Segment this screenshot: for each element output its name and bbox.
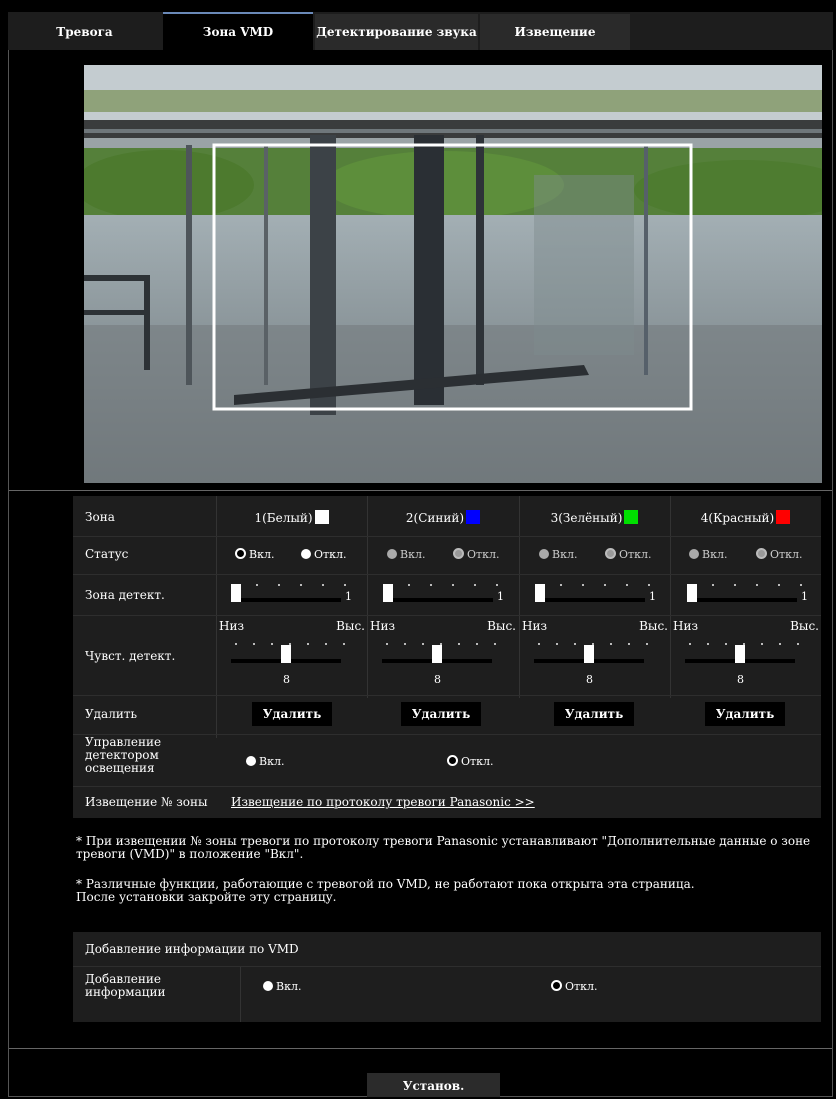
radio-selected-icon[interactable] xyxy=(453,548,464,559)
detect-area-row: Зона детект. 1 1 1 1 xyxy=(73,574,821,616)
zone-2-name: 2(Синий) xyxy=(405,511,465,525)
zone-2-status-off[interactable]: Откл. xyxy=(453,547,499,561)
zone-3-sensitivity-slider[interactable]: Низ Выс. 8 xyxy=(522,619,668,691)
radio-selected-icon[interactable] xyxy=(551,980,562,991)
zone-1-name: 1(Белый) xyxy=(254,511,313,525)
radio-selected-icon[interactable] xyxy=(605,548,616,559)
light-control-off[interactable]: Откл. xyxy=(447,754,493,768)
status-row: Статус Вкл. Откл. Вкл. Откл. Вкл. Откл. … xyxy=(73,536,821,575)
zone-settings-table: Зона 1(Белый) 2(Синий) 3(Зелёный) 4(Крас… xyxy=(73,496,821,818)
radio-selected-icon[interactable] xyxy=(235,548,246,559)
radio-selected-icon[interactable] xyxy=(756,548,767,559)
sensitivity-row: Чувст. детект. Низ Выс. 8 Низ Выс. 8 Низ… xyxy=(73,615,821,696)
set-button[interactable]: Установ. xyxy=(367,1073,500,1097)
zone-3-color-swatch xyxy=(624,510,639,524)
zone-4-header: 4(Красный) xyxy=(670,510,821,525)
zone-3-name: 3(Зелёный) xyxy=(550,511,623,525)
zone-2-delete-button[interactable]: Удалить xyxy=(401,702,481,726)
slider-thumb[interactable] xyxy=(735,645,745,663)
status-label: Статус xyxy=(85,547,129,561)
zone-3-header: 3(Зелёный) xyxy=(519,510,670,525)
vmd-info-header-row: Добавление информации по VMD xyxy=(73,932,821,967)
light-control-on[interactable]: Вкл. xyxy=(246,754,284,768)
zone-1-delete-button[interactable]: Удалить xyxy=(252,702,332,726)
zone-3-delete-button[interactable]: Удалить xyxy=(554,702,634,726)
vmd-info-row: Добавление информации Вкл. Откл. xyxy=(73,967,821,1022)
radio-icon[interactable] xyxy=(263,981,273,991)
slider-thumb[interactable] xyxy=(584,645,594,663)
zone-4-sensitivity-slider[interactable]: Низ Выс. 8 xyxy=(673,619,819,691)
zone-3-status-off[interactable]: Откл. xyxy=(605,547,651,561)
zone-4-color-swatch xyxy=(776,510,791,524)
zone-1-status-on[interactable]: Вкл. xyxy=(235,547,274,561)
zone-4-status-off[interactable]: Откл. xyxy=(756,547,802,561)
zone-label: Зона xyxy=(85,510,115,524)
zone-2-header: 2(Синий) xyxy=(367,510,519,525)
light-control-label: Управление детектором освещения xyxy=(85,735,162,775)
zone-2-sensitivity-slider[interactable]: Низ Выс. 8 xyxy=(370,619,516,691)
zone-1-detect-area-slider[interactable]: 1 xyxy=(231,582,356,608)
slider-thumb[interactable] xyxy=(383,584,393,602)
notify-zone-label: Извещение № зоны xyxy=(85,795,208,809)
zone-1-color-swatch xyxy=(314,510,329,524)
delete-label: Удалить xyxy=(85,707,138,721)
zone-2-status-on[interactable]: Вкл. xyxy=(387,547,425,561)
slider-thumb[interactable] xyxy=(231,584,241,602)
notify-zone-row: Извещение № зоны Извещение по протоколу … xyxy=(73,786,821,818)
zone-1-header: 1(Белый) xyxy=(216,510,367,525)
slider-thumb[interactable] xyxy=(281,645,291,663)
zone-1-status-off[interactable]: Откл. xyxy=(301,547,346,561)
vmd-info-header: Добавление информации по VMD xyxy=(85,942,299,956)
radio-selected-icon[interactable] xyxy=(447,755,458,766)
slider-thumb[interactable] xyxy=(535,584,545,602)
light-control-row: Управление детектором освещения Вкл. Отк… xyxy=(73,734,821,787)
sensitivity-label: Чувст. детект. xyxy=(85,649,176,663)
radio-icon[interactable] xyxy=(689,549,699,559)
note-alarm-protocol: * При извещении № зоны тревоги по проток… xyxy=(76,834,811,861)
camera-image xyxy=(84,65,822,483)
radio-icon[interactable] xyxy=(301,549,311,559)
tab-notification[interactable]: Извещение xyxy=(480,14,630,50)
zone-4-name: 4(Красный) xyxy=(700,511,775,525)
vmd-info-label: Добавление информации xyxy=(85,972,166,999)
panasonic-alarm-protocol-link[interactable]: Извещение по протоколу тревоги Panasonic… xyxy=(231,795,535,809)
zone-2-color-swatch xyxy=(466,510,481,524)
zone-1-sensitivity-slider[interactable]: Низ Выс. 8 xyxy=(219,619,365,691)
tab-vmd-area[interactable]: Зона VMD xyxy=(163,12,313,50)
vmd-info-off[interactable]: Откл. xyxy=(551,979,597,993)
tab-audio-detection[interactable]: Детектирование звука xyxy=(315,14,478,50)
tab-bar: Тревога Зона VMD Детектирование звука Из… xyxy=(8,12,833,50)
slider-thumb[interactable] xyxy=(432,645,442,663)
camera-preview[interactable] xyxy=(84,65,822,483)
vmd-info-on[interactable]: Вкл. xyxy=(263,979,301,993)
zone-4-status-on[interactable]: Вкл. xyxy=(689,547,727,561)
radio-icon[interactable] xyxy=(387,549,397,559)
delete-row: Удалить Удалить Удалить Удалить Удалить xyxy=(73,695,821,735)
zone-row: Зона 1(Белый) 2(Синий) 3(Зелёный) 4(Крас… xyxy=(73,496,821,537)
radio-icon[interactable] xyxy=(539,549,549,559)
zone-4-detect-area-slider[interactable]: 1 xyxy=(687,582,812,608)
slider-thumb[interactable] xyxy=(687,584,697,602)
tab-alarm[interactable]: Тревога xyxy=(8,14,161,50)
detect-area-label: Зона детект. xyxy=(85,588,165,602)
vmd-info-table: Добавление информации по VMD Добавление … xyxy=(73,932,821,1022)
zone-3-status-on[interactable]: Вкл. xyxy=(539,547,577,561)
zone-3-detect-area-slider[interactable]: 1 xyxy=(535,582,660,608)
radio-icon[interactable] xyxy=(246,756,256,766)
note-close-page: После установки закройте эту страницу. xyxy=(76,890,337,904)
zone-2-detect-area-slider[interactable]: 1 xyxy=(383,582,508,608)
zone-4-delete-button[interactable]: Удалить xyxy=(705,702,785,726)
